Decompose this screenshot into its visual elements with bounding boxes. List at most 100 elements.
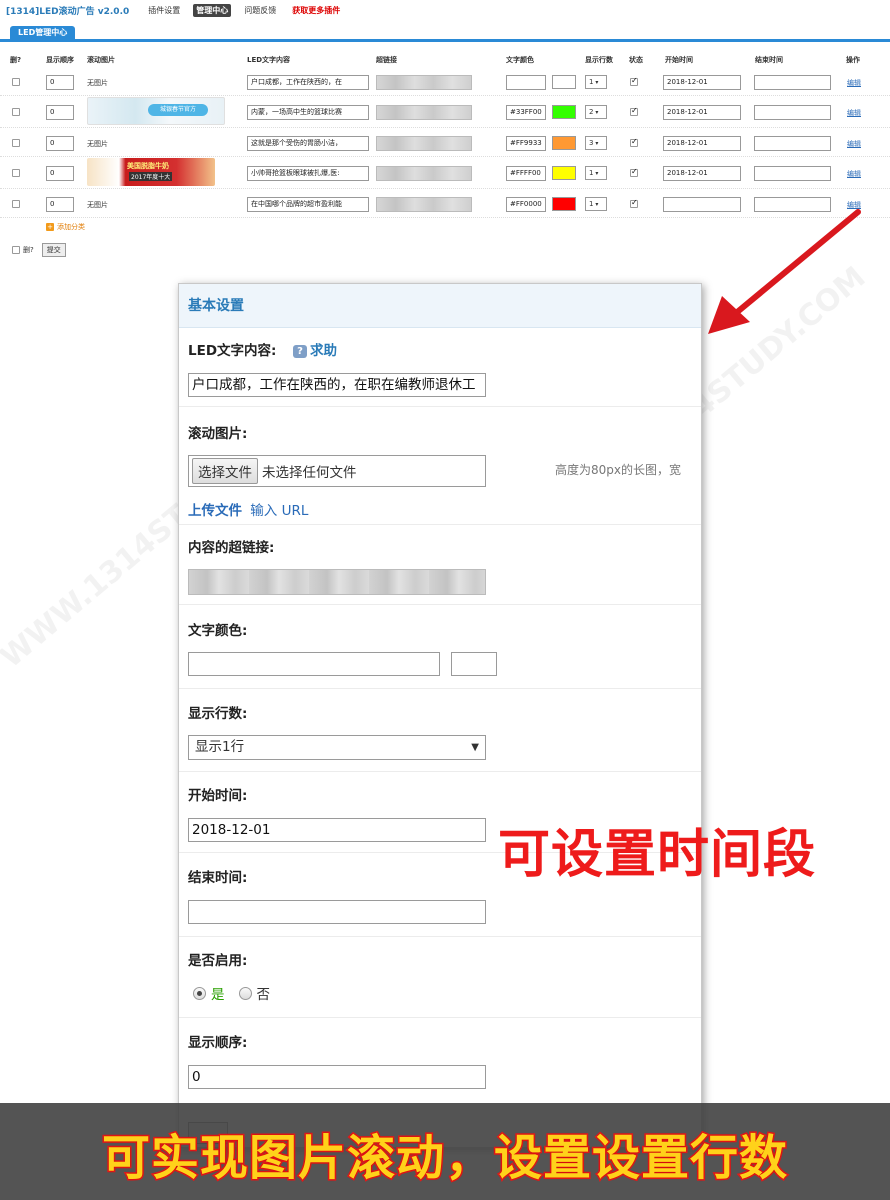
banner-sticker: 城银春节官方 [148, 104, 208, 116]
dropdown-arrow-icon: ▼ [471, 742, 479, 753]
row-color-input[interactable]: #FF9933 [506, 136, 546, 151]
table-footer: 删? 提交 [12, 243, 66, 257]
app-title: [1314]LED滚动广告 v2.0.0 [6, 6, 130, 17]
nav-admin-center[interactable]: 管理中心 [193, 3, 232, 17]
row-delete-checkbox[interactable] [12, 108, 20, 116]
row-order-input[interactable]: 0 [46, 105, 74, 120]
col-status: 状态 [629, 56, 643, 64]
row-color-input[interactable]: #33FF00 [506, 105, 546, 120]
row-lines-select[interactable]: 1 [585, 75, 607, 89]
row-text-input[interactable]: 这就是那个受伤的胃肠小洁， [247, 136, 369, 151]
row-text-input[interactable]: 在中国哪个品牌的超市盈利能 [247, 197, 369, 212]
row-end-input[interactable] [754, 166, 831, 181]
row-edit-link[interactable]: 编辑 [847, 139, 861, 149]
help-link[interactable]: ? 求助 [293, 339, 337, 359]
end-time-input[interactable] [188, 900, 486, 924]
row-order-input[interactable]: 0 [46, 75, 74, 90]
row-end-input[interactable] [754, 136, 831, 151]
row-image: 无图片 [87, 140, 108, 148]
row-image: 无图片 [87, 201, 108, 209]
row-end-input[interactable] [754, 75, 831, 90]
nav-feedback[interactable]: 问题反馈 [241, 4, 279, 17]
tab-bar: LED管理中心 [0, 24, 890, 42]
row-delete-checkbox[interactable] [12, 139, 20, 147]
row-status-checkbox[interactable] [630, 167, 638, 177]
input-url-link[interactable]: 输入 URL [250, 503, 308, 519]
row-start-input[interactable]: 2018-12-01 [663, 75, 741, 90]
enable-no-label: 否 [256, 987, 271, 1003]
help-label: 求助 [310, 343, 337, 359]
link-input[interactable] [188, 569, 486, 595]
col-color: 文字颜色 [506, 56, 534, 64]
row-edit-link[interactable]: 编辑 [847, 169, 861, 179]
start-time-label: 开始时间: [188, 788, 248, 804]
col-order: 显示顺序 [46, 56, 74, 64]
row-link-input[interactable] [376, 136, 472, 151]
row-color-swatch[interactable] [552, 166, 576, 180]
nav-plugin-settings[interactable]: 插件设置 [145, 4, 183, 17]
row-link-input[interactable] [376, 75, 472, 90]
row-order-input[interactable]: 0 [46, 136, 74, 151]
color-picker-swatch[interactable] [451, 652, 497, 676]
row-status-checkbox[interactable] [630, 198, 638, 208]
row-color-swatch[interactable] [552, 75, 576, 89]
enable-no-radio[interactable] [238, 986, 252, 1000]
order-input[interactable]: 0 [188, 1065, 486, 1089]
lines-select-value: 显示1行 [195, 739, 245, 755]
row-edit-link[interactable]: 编辑 [847, 108, 861, 118]
time-range-caption: 可设置时间段 [498, 825, 817, 885]
row-delete-checkbox[interactable] [12, 78, 20, 86]
row-lines-select[interactable]: 1 [585, 166, 607, 180]
row-order-input[interactable]: 0 [46, 197, 74, 212]
col-text: LED文字内容 [247, 56, 291, 64]
row-status-checkbox[interactable] [630, 106, 638, 116]
nav-more-plugins[interactable]: 获取更多插件 [289, 4, 343, 17]
select-all-label: 删? [23, 246, 34, 254]
row-link-input[interactable] [376, 166, 472, 181]
col-image: 滚动图片 [87, 56, 115, 64]
row-link-input[interactable] [376, 197, 472, 212]
row-color-input[interactable]: #FFFF00 [506, 166, 546, 181]
led-text-input[interactable]: 户口成都，工作在陕西的，在职在编教师退休工 [188, 373, 486, 397]
add-category-link[interactable]: 添加分类 [46, 222, 85, 232]
row-status-checkbox[interactable] [630, 76, 638, 86]
enable-label: 是否启用: [188, 953, 248, 969]
row-status-checkbox[interactable] [630, 137, 638, 147]
row-lines-select[interactable]: 2 [585, 105, 607, 119]
row-end-input[interactable] [754, 105, 831, 120]
row-start-input[interactable]: 2018-12-01 [663, 105, 741, 120]
row-lines-select[interactable]: 3 [585, 136, 607, 150]
choose-file-button[interactable]: 选择文件 [192, 458, 258, 484]
row-color-swatch[interactable] [552, 136, 576, 150]
row-delete-checkbox[interactable] [12, 200, 20, 208]
row-text-input[interactable]: 小帅哥抢篮板眼球被扎爆,医: [247, 166, 369, 181]
row-edit-link[interactable]: 编辑 [847, 78, 861, 88]
image-label: 滚动图片: [188, 426, 248, 442]
color-input[interactable] [188, 652, 440, 676]
image-hint: 高度为80px的长图，宽 [555, 463, 681, 477]
tab-led-admin[interactable]: LED管理中心 [10, 26, 76, 39]
row-lines-select[interactable]: 1 [585, 197, 607, 211]
row-color-input[interactable] [506, 75, 546, 90]
row-color-swatch[interactable] [552, 197, 576, 211]
row-start-input[interactable]: 2018-12-01 [663, 136, 741, 151]
enable-yes-radio[interactable] [193, 986, 206, 1000]
file-picker[interactable]: 选择文件 未选择任何文件 [188, 455, 486, 487]
select-all-checkbox[interactable] [12, 246, 20, 254]
row-start-input[interactable]: 2018-12-01 [663, 166, 741, 181]
feature-caption: 可实现图片滚动，设置设置行数 [100, 1129, 788, 1188]
submit-button[interactable]: 提交 [41, 243, 66, 257]
row-link-input[interactable] [376, 105, 472, 120]
upload-file-link[interactable]: 上传文件 [188, 503, 242, 519]
row-color-swatch[interactable] [552, 105, 576, 119]
lines-select[interactable]: 显示1行 ▼ [188, 735, 486, 760]
row-delete-checkbox[interactable] [12, 169, 20, 177]
table-row: 0 无图片 这就是那个受伤的胃肠小洁， #FF9933 3 2018-12-01… [0, 129, 890, 157]
row-order-input[interactable]: 0 [46, 166, 74, 181]
divider [179, 771, 701, 772]
red-arrow-icon [708, 209, 861, 334]
row-text-input[interactable]: 户口成都，工作在陕西的，在 [247, 75, 369, 90]
row-text-input[interactable]: 内蒙，一场高中生的篮球比赛 [247, 105, 369, 120]
row-color-input[interactable]: #FF0000 [506, 197, 546, 212]
start-time-input[interactable]: 2018-12-01 [188, 818, 486, 842]
